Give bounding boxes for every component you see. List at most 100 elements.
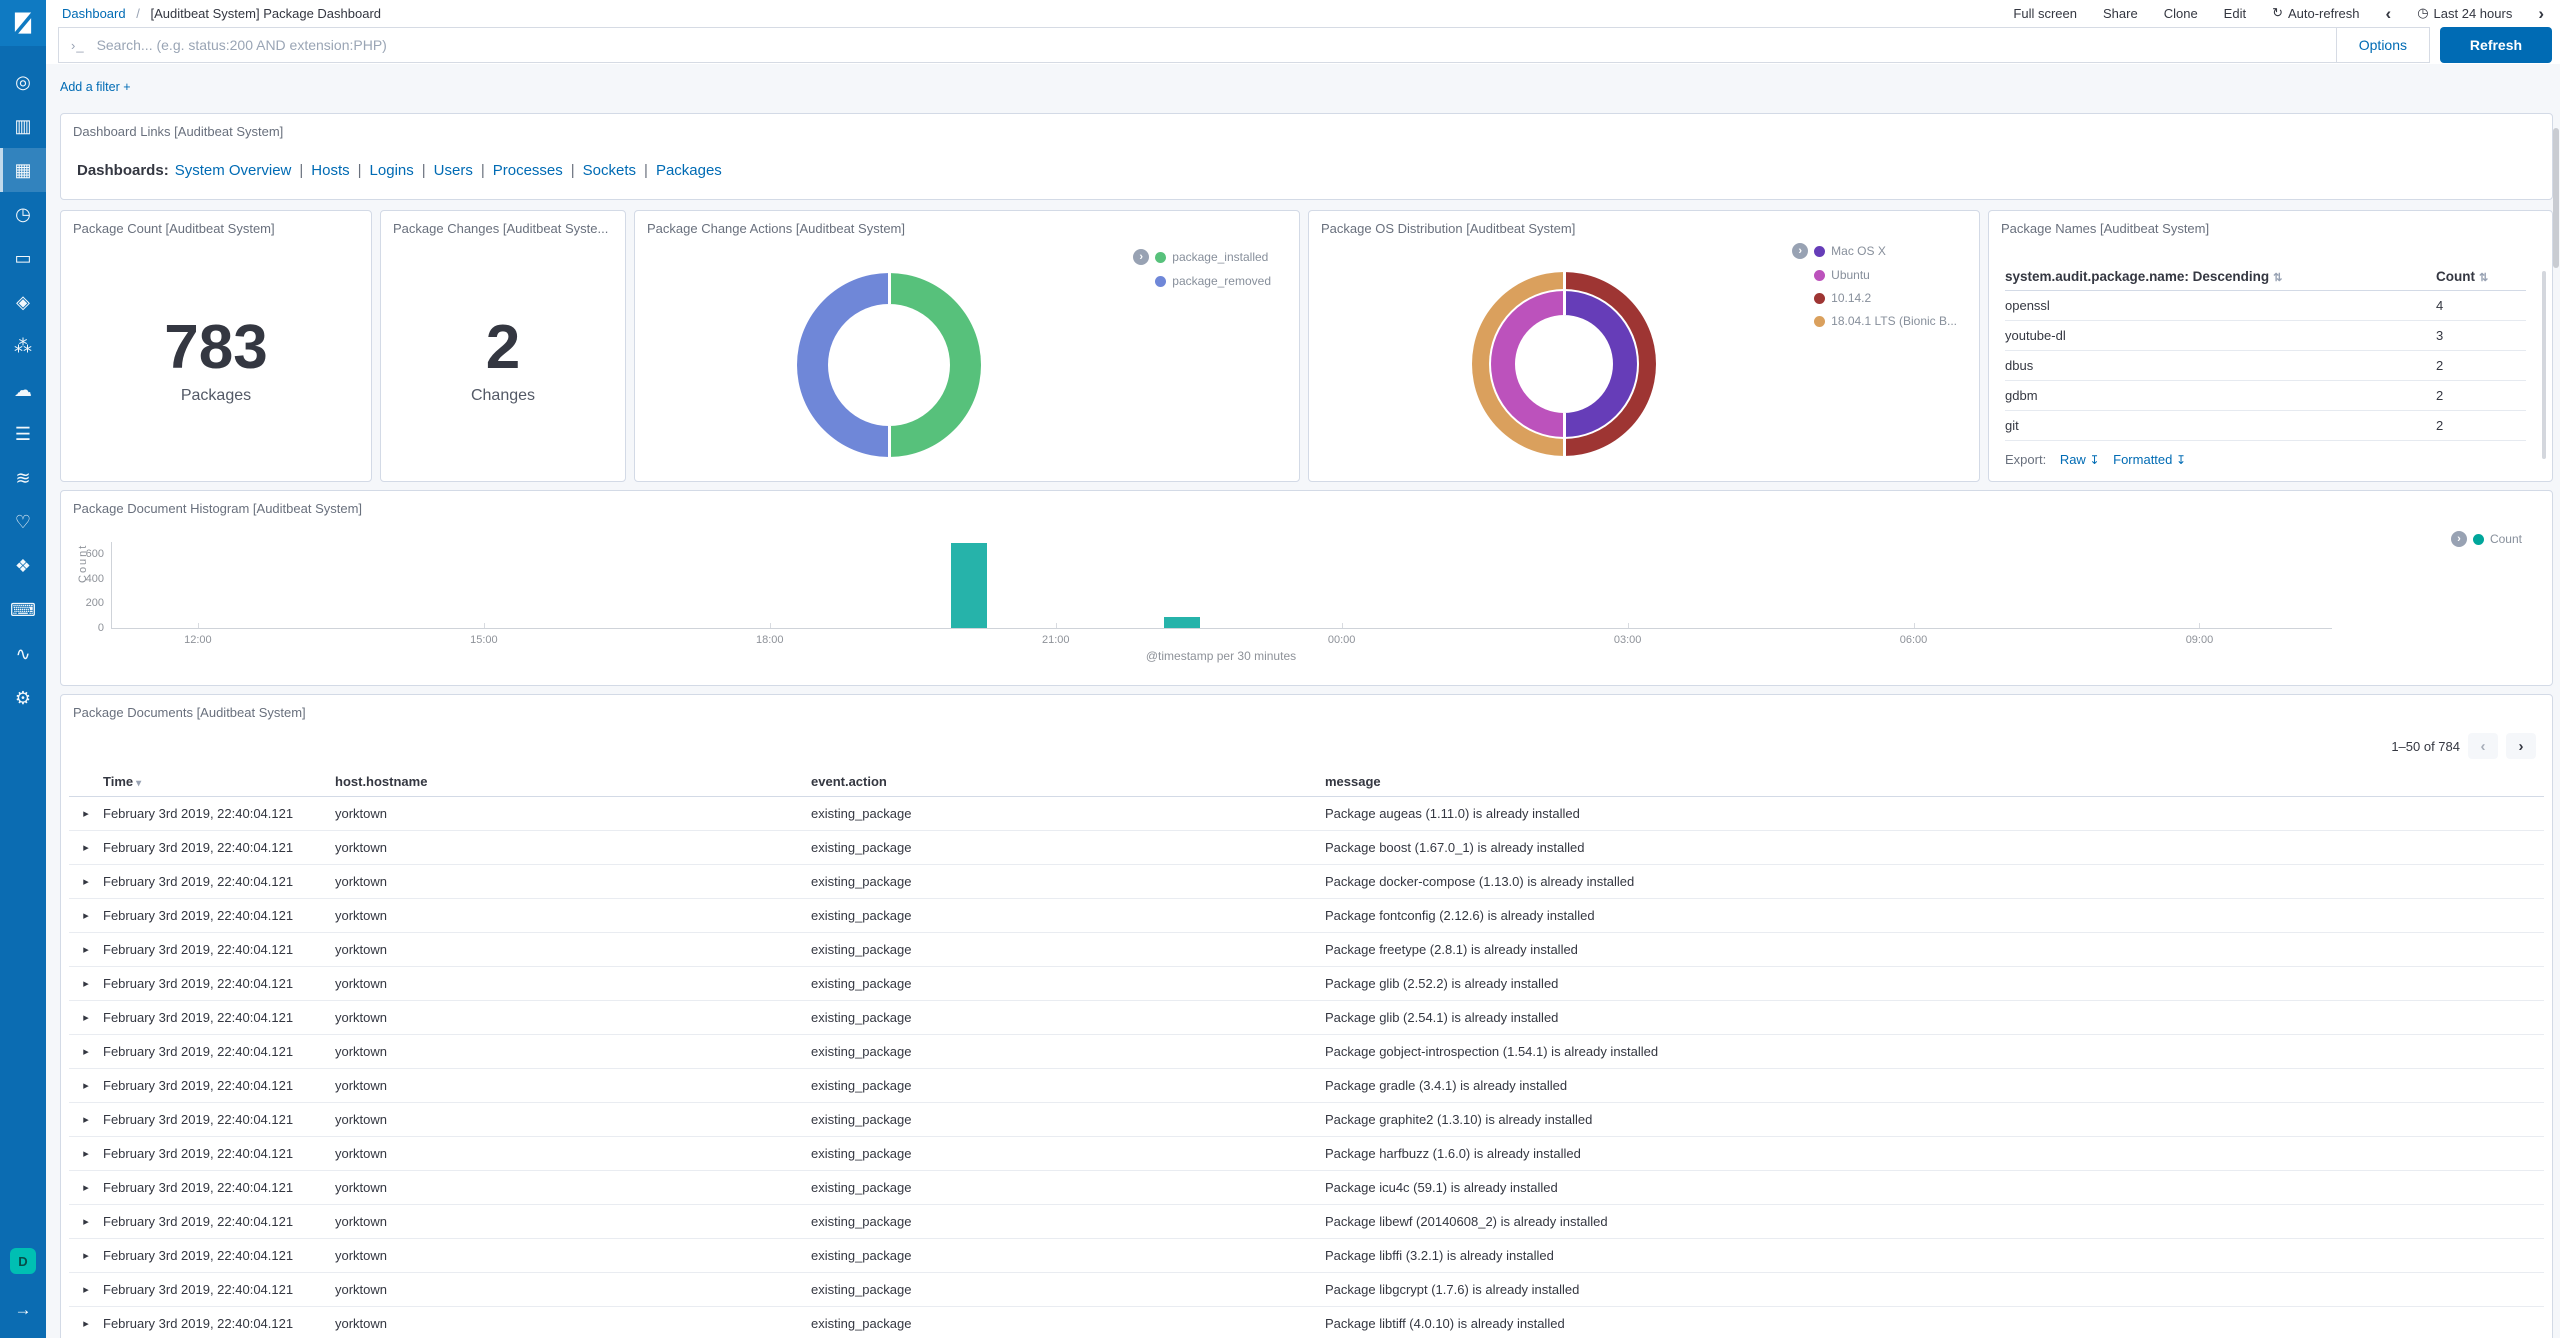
clock-icon: ◷ (2417, 5, 2429, 20)
sidebar-item-dashboard[interactable]: ▦ (0, 148, 46, 192)
x-tick-mark (2199, 623, 2201, 628)
expand-row-icon[interactable]: ▸ (69, 1317, 103, 1330)
sidebar-item-canvas[interactable]: ▭ (0, 236, 46, 280)
main-area: Dashboard / [Auditbeat System] Package D… (46, 0, 2560, 1338)
expand-row-icon[interactable]: ▸ (69, 1011, 103, 1024)
time-forward-button[interactable]: › (2538, 5, 2544, 22)
package-change-actions-donut[interactable] (797, 273, 981, 457)
table-row[interactable]: youtube-dl 3 (2005, 321, 2526, 351)
refresh-button[interactable]: Refresh (2440, 27, 2552, 63)
menu-share[interactable]: Share (2103, 6, 2138, 21)
expand-row-icon[interactable]: ▸ (69, 807, 103, 820)
menu-edit[interactable]: Edit (2224, 6, 2246, 21)
dashboard-link-processes[interactable]: Processes (493, 162, 563, 179)
sidebar-item-management[interactable]: ⚙ (0, 676, 46, 720)
histogram-bar[interactable] (951, 543, 988, 628)
sidebar-item-apm[interactable]: ≋ (0, 456, 46, 500)
histogram-bar[interactable] (1164, 616, 1201, 628)
time-picker-button[interactable]: ◷ Last 24 hours (2417, 5, 2512, 21)
space-badge[interactable]: D (10, 1248, 36, 1274)
legend-label[interactable]: Mac OS X (1831, 244, 1886, 258)
export-formatted-link[interactable]: Formatted ↧ (2113, 452, 2186, 467)
dashboard-link-system-overview[interactable]: System Overview (175, 162, 292, 179)
expand-row-icon[interactable]: ▸ (69, 909, 103, 922)
column-header-time[interactable]: Time ▾ (103, 774, 335, 789)
expand-row-icon[interactable]: ▸ (69, 1215, 103, 1228)
dashboard-link-users[interactable]: Users (434, 162, 473, 179)
legend-toggle-icon[interactable]: › (1133, 249, 1150, 265)
time-cell: February 3rd 2019, 22:40:04.121 (103, 1146, 294, 1161)
time-cell: February 3rd 2019, 22:40:04.121 (103, 1044, 294, 1059)
time-cell: February 3rd 2019, 22:40:04.121 (103, 1010, 294, 1025)
sidebar-item-infrastructure[interactable]: ☁ (0, 368, 46, 412)
legend-label[interactable]: Count (2490, 532, 2522, 546)
column-header-count[interactable]: Count ⇅ (2436, 269, 2526, 284)
x-tick-mark (1913, 623, 1915, 628)
dashboard-link-sockets[interactable]: Sockets (583, 162, 636, 179)
next-page-button[interactable]: › (2506, 733, 2536, 759)
package-os-distribution-donut[interactable] (1472, 272, 1656, 456)
column-header-message[interactable]: message (1325, 774, 2544, 789)
legend-label[interactable]: package_installed (1172, 250, 1268, 264)
window-scrollbar[interactable] (2553, 128, 2559, 268)
table-row: ▸ February 3rd 2019, 22:40:04.121 yorktown… (69, 1307, 2544, 1338)
expand-row-icon[interactable]: ▸ (69, 943, 103, 956)
legend-label[interactable]: package_removed (1172, 274, 1271, 288)
expand-row-icon[interactable]: ▸ (69, 1249, 103, 1262)
expand-row-icon[interactable]: ▸ (69, 841, 103, 854)
expand-row-icon[interactable]: ▸ (69, 1147, 103, 1160)
sidebar-item-machine-learning[interactable]: ⁂ (0, 324, 46, 368)
sidebar-item-logs[interactable]: ☰ (0, 412, 46, 456)
export-raw-link[interactable]: Raw ↧ (2060, 452, 2100, 467)
column-header-action[interactable]: event.action (811, 774, 1325, 789)
histogram-x-axis-label: @timestamp per 30 minutes (1145, 649, 1297, 663)
sidebar-item-discover[interactable]: ◎ (0, 60, 46, 104)
dashboard-link-packages[interactable]: Packages (656, 162, 722, 179)
kibana-logo[interactable] (0, 0, 46, 46)
dashboard-link-hosts[interactable]: Hosts (311, 162, 349, 179)
expand-row-icon[interactable]: ▸ (69, 1113, 103, 1126)
expand-row-icon[interactable]: ▸ (69, 1079, 103, 1092)
column-header-host[interactable]: host.hostname (335, 774, 811, 789)
sidebar-item-uptime[interactable]: ♡ (0, 500, 46, 544)
table-row[interactable]: dbus 2 (2005, 351, 2526, 381)
link-separator: | (357, 162, 362, 179)
sidebar-item-maps[interactable]: ◈ (0, 280, 46, 324)
sidebar-collapse-button[interactable]: → (15, 1300, 32, 1320)
expand-row-icon[interactable]: ▸ (69, 875, 103, 888)
sidebar-item-timelion[interactable]: ◷ (0, 192, 46, 236)
expand-row-icon[interactable]: ▸ (69, 977, 103, 990)
expand-row-icon[interactable]: ▸ (69, 1283, 103, 1296)
expand-row-icon[interactable]: ▸ (69, 1045, 103, 1058)
breadcrumb-dashboard-link[interactable]: Dashboard (62, 6, 126, 21)
table-row[interactable]: openssl 4 (2005, 291, 2526, 321)
menu-full-screen[interactable]: Full screen (2013, 6, 2077, 21)
sidebar-item-graph[interactable]: ❖ (0, 544, 46, 588)
time-back-button[interactable]: ‹ (2386, 5, 2392, 22)
legend-label[interactable]: 18.04.1 LTS (Bionic B... (1831, 314, 1957, 328)
table-row[interactable]: git 2 (2005, 411, 2526, 441)
y-tick-label: 0 (97, 622, 104, 634)
search-options-button[interactable]: Options (2335, 27, 2430, 63)
table-row[interactable]: gdbm 2 (2005, 381, 2526, 411)
legend-label[interactable]: Ubuntu (1831, 268, 1870, 282)
legend-toggle-icon[interactable]: › (2450, 531, 2467, 547)
message-cell: Package glib (2.52.2) is already install… (1325, 976, 1559, 991)
table-row: ▸ February 3rd 2019, 22:40:04.121 yorktown… (69, 1171, 2544, 1205)
timelion-icon: ◷ (15, 204, 31, 224)
legend-label[interactable]: 10.14.2 (1831, 291, 1871, 305)
search-input[interactable]: ›_ Search... (e.g. status:200 AND extens… (58, 27, 2336, 63)
sidebar-item-visualize[interactable]: ▥ (0, 104, 46, 148)
panel-scrollbar[interactable] (2542, 271, 2546, 459)
dashboard-link-logins[interactable]: Logins (370, 162, 414, 179)
menu-clone[interactable]: Clone (2164, 6, 2198, 21)
expand-row-icon[interactable]: ▸ (69, 1181, 103, 1194)
auto-refresh-button[interactable]: ↻ Auto-refresh (2272, 5, 2359, 21)
column-header-package-name[interactable]: system.audit.package.name: Descending ⇅ (2005, 269, 2436, 284)
sidebar-item-monitoring[interactable]: ∿ (0, 632, 46, 676)
sidebar-item-dev-tools[interactable]: ⌨ (0, 588, 46, 632)
add-filter-button[interactable]: Add a filter + (60, 80, 131, 94)
previous-page-button[interactable]: ‹ (2468, 733, 2498, 759)
message-cell: Package libewf (20140608_2) is already i… (1325, 1214, 1608, 1229)
legend-toggle-icon[interactable]: › (1792, 243, 1809, 259)
